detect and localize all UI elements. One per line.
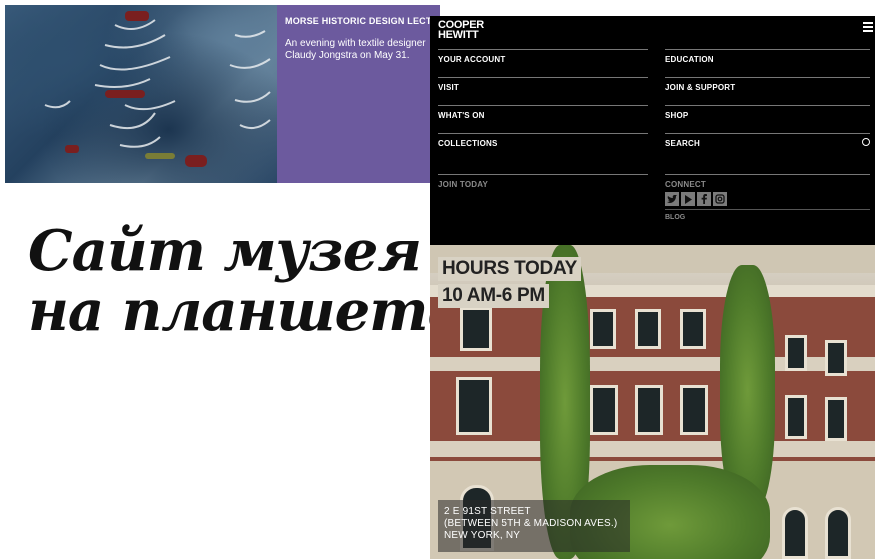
- menu-item-education[interactable]: EDUCATION: [665, 49, 870, 77]
- window: [635, 385, 663, 435]
- menu-item-join-support[interactable]: JOIN & SUPPORT: [665, 77, 870, 105]
- menu-item-search[interactable]: SEARCH: [665, 133, 870, 161]
- search-label: SEARCH: [665, 139, 700, 148]
- textile-texture: [44, 11, 271, 167]
- instagram-icon[interactable]: [713, 192, 727, 206]
- site-menu: COOPER HEWITT YOUR ACCOUNT VISIT WHAT'S …: [430, 16, 875, 245]
- window: [460, 307, 492, 351]
- address-box[interactable]: 2 E 91ST STREET (BETWEEN 5TH & MADISON A…: [438, 500, 630, 552]
- blog-link[interactable]: BLOG: [665, 214, 870, 221]
- menu-item-your-account[interactable]: YOUR ACCOUNT: [438, 49, 648, 77]
- hours-overlay: HOURS TODAY 10 AM-6 PM: [438, 257, 582, 311]
- menu-item-shop[interactable]: SHOP: [665, 105, 870, 133]
- window: [680, 309, 706, 349]
- headline-line-1: Сайт музея: [28, 218, 422, 284]
- window: [680, 385, 708, 435]
- address-line-3: NEW YORK, NY: [444, 530, 521, 541]
- menu-item-visit[interactable]: VISIT: [438, 77, 648, 105]
- address-line-2: (BETWEEN 5TH & MADISON AVES.): [444, 518, 618, 529]
- menu-item-collections[interactable]: COLLECTIONS: [438, 133, 648, 161]
- logo-line-2: HEWITT: [438, 29, 479, 41]
- window: [785, 335, 807, 371]
- facebook-icon[interactable]: [697, 192, 711, 206]
- window: [635, 309, 661, 349]
- youtube-icon[interactable]: [681, 192, 695, 206]
- hours-label: HOURS TODAY: [438, 257, 582, 281]
- blog-divider: [665, 209, 870, 210]
- stone-band-2: [430, 441, 875, 457]
- hours-value: 10 AM-6 PM: [438, 284, 549, 308]
- twitter-icon[interactable]: [665, 192, 679, 206]
- search-icon[interactable]: [862, 138, 870, 146]
- textile-image: [5, 5, 277, 183]
- join-today-link[interactable]: JOIN TODAY: [438, 174, 648, 202]
- event-promo-card[interactable]: MORSE HISTORIC DESIGN LECTURE An evening…: [277, 5, 440, 183]
- menu-item-whats-on[interactable]: WHAT'S ON: [438, 105, 648, 133]
- arched-window: [782, 507, 808, 559]
- window: [590, 385, 618, 435]
- museum-building-photo: HOURS TODAY 10 AM-6 PM 2 E 91ST STREET (…: [430, 245, 875, 559]
- hamburger-menu-icon[interactable]: [863, 22, 873, 32]
- window: [590, 309, 616, 349]
- cooper-hewitt-logo[interactable]: COOPER HEWITT: [438, 20, 484, 41]
- arched-window: [825, 507, 851, 559]
- headline-line-2: на планшете: [28, 278, 463, 344]
- stone-band-1: [430, 357, 875, 371]
- window: [825, 397, 847, 441]
- social-links: [665, 192, 727, 206]
- window: [456, 377, 492, 435]
- promo-description: An evening with textile designer Claudy …: [285, 38, 426, 61]
- window: [785, 395, 807, 439]
- window: [825, 340, 847, 376]
- promo-title: MORSE HISTORIC DESIGN LECTURE: [285, 16, 435, 26]
- headline: Сайт музея на планшете: [28, 218, 463, 344]
- address-line-1: 2 E 91ST STREET: [444, 506, 531, 517]
